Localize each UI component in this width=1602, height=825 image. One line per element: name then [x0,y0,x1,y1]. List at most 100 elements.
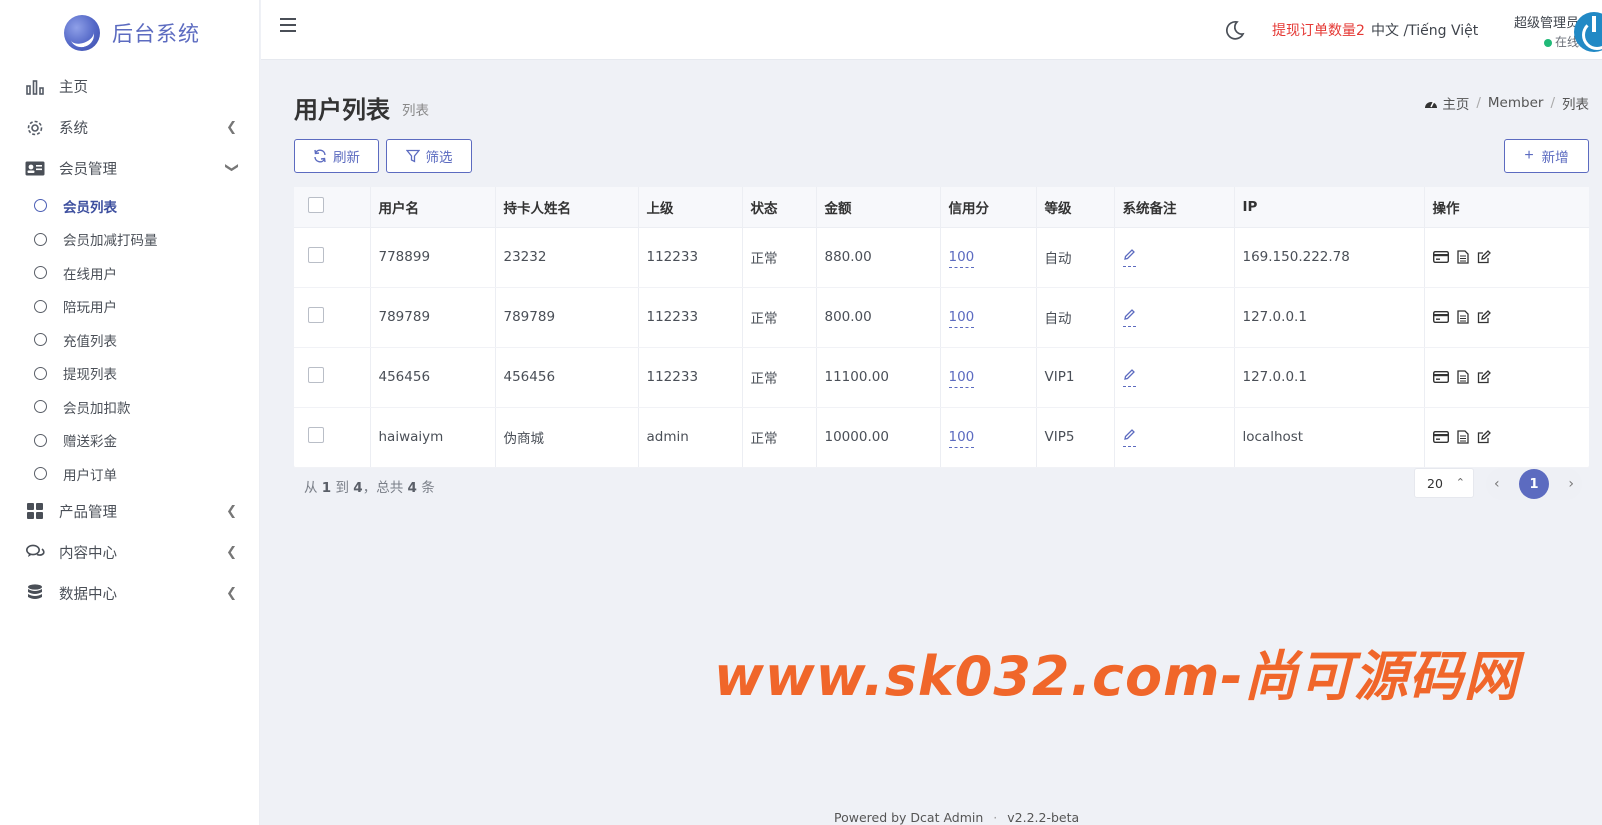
sidebar-item-member[interactable]: 会员管理 ❮ [0,148,259,189]
column-header[interactable]: 等级 [1036,187,1115,228]
column-header[interactable]: 上级 [638,187,743,228]
user-name: 超级管理员 [1513,16,1579,31]
column-header[interactable]: 系统备注 [1114,187,1235,228]
cell-username: haiwaiym [370,407,496,468]
column-header[interactable]: 持卡人姓名 [495,187,639,228]
filter-button[interactable]: 筛选 [386,139,472,173]
bar-chart-icon [25,79,45,95]
column-header[interactable]: 信用分 [940,187,1037,228]
cell-ip: localhost [1234,407,1425,468]
row-checkbox[interactable] [308,367,324,383]
edit-icon[interactable] [1477,310,1491,324]
summary-to: 4 [353,480,363,496]
row-checkbox[interactable] [308,307,324,323]
sidebar-sub-companion-users[interactable]: 陪玩用户 [0,290,259,324]
circle-icon [34,299,47,313]
sidebar-sub-recharge-list[interactable]: 充值列表 [0,323,259,357]
gear-icon [25,119,45,137]
edit-remark-icon[interactable] [1122,368,1136,387]
edit-remark-icon[interactable] [1122,308,1136,327]
sidebar-sub-online-users[interactable]: 在线用户 [0,256,259,290]
user-menu[interactable]: 超级管理员 在线 [1489,12,1579,50]
edit-remark-icon[interactable] [1122,248,1136,267]
cell-amount: 11100.00 [816,347,941,408]
column-header[interactable]: 用户名 [370,187,496,228]
chat-icon [25,544,45,560]
document-icon[interactable] [1456,250,1469,264]
next-page-icon[interactable]: › [1568,476,1574,492]
per-page-select[interactable]: 20 ⌃ [1414,468,1474,498]
credit-card-icon[interactable] [1432,251,1449,263]
withdraw-alert-link[interactable]: 提现订单数量2 [1272,20,1365,40]
footer: Powered by Dcat Admin · v2.2.2-beta [834,810,1079,825]
sidebar-item-data[interactable]: 数据中心 ❮ [0,573,259,614]
sidebar-item-system[interactable]: 系统 ❮ [0,107,259,148]
sidebar-item-product[interactable]: 产品管理 ❮ [0,491,259,532]
cell-status: 正常 [742,347,817,408]
breadcrumb: 主页 / Member / 列表 [1424,93,1589,113]
breadcrumb-separator: / [1550,95,1555,111]
menu-toggle-icon[interactable] [280,18,296,32]
summary-text: 条 [421,480,435,496]
credit-editable[interactable]: 100 [948,309,975,328]
edit-icon[interactable] [1477,370,1491,384]
credit-card-icon[interactable] [1432,371,1449,383]
sidebar-sub-bonus[interactable]: 赠送彩金 [0,424,259,458]
edit-remark-icon[interactable] [1122,428,1136,447]
edit-icon[interactable] [1477,250,1491,264]
chevron-left-icon: ❮ [226,585,237,601]
credit-editable[interactable]: 100 [948,429,975,448]
sidebar-sub-member-adjust[interactable]: 会员加扣款 [0,390,259,424]
sidebar-item-home[interactable]: 主页 [0,66,259,107]
moon-icon[interactable] [1224,20,1245,41]
user-table: 用户名 持卡人姓名 上级 状态 金额 信用分 等级 系统备注 IP 操作 778… [294,187,1589,468]
sidebar-item-label: 系统 [59,121,88,137]
circle-icon [34,232,47,246]
sidebar-item-label: 内容中心 [59,545,117,562]
brand[interactable]: 后台系统 [0,0,259,66]
circle-icon [34,433,47,447]
credit-editable[interactable]: 100 [948,249,975,268]
document-icon[interactable] [1456,310,1469,324]
row-checkbox[interactable] [308,247,324,263]
document-icon[interactable] [1456,430,1469,444]
footer-powered[interactable]: Powered by Dcat Admin [834,810,983,825]
credit-editable[interactable]: 100 [948,369,975,388]
cell-level: 自动 [1036,227,1115,288]
plus-icon: + [1524,147,1534,164]
sidebar-sub-user-orders[interactable]: 用户订单 [0,457,259,491]
column-header[interactable]: 状态 [742,187,817,228]
sidebar-sub-member-list[interactable]: 会员列表 [0,189,259,223]
credit-card-icon[interactable] [1432,431,1449,443]
column-header[interactable]: 金额 [816,187,941,228]
circle-icon [34,199,47,213]
cell-ip: 169.150.222.78 [1234,227,1425,288]
edit-icon[interactable] [1477,430,1491,444]
cell-username: 456456 [370,347,496,408]
sidebar-item-content[interactable]: 内容中心 ❮ [0,532,259,573]
page-number[interactable]: 1 [1519,469,1549,499]
chevron-up-icon: ⌃ [1455,476,1465,489]
breadcrumb-home[interactable]: 主页 [1442,93,1469,113]
sidebar-menu: 主页 系统 ❮ 会员管理 ❮ [0,66,259,189]
language-switch[interactable]: 中文 /Tiếng Việt [1371,20,1478,40]
column-header[interactable]: IP [1234,187,1425,228]
select-all-checkbox[interactable] [308,196,324,213]
row-checkbox[interactable] [308,427,324,443]
document-icon[interactable] [1456,370,1469,384]
credit-card-icon[interactable] [1432,311,1449,323]
refresh-icon [313,149,327,163]
refresh-button[interactable]: 刷新 [294,139,379,173]
prev-page-icon[interactable]: ‹ [1494,476,1500,492]
sidebar-item-label: 数据中心 [59,586,117,603]
breadcrumb-separator: / [1476,95,1481,111]
circle-icon [34,400,47,414]
sidebar-sub-member-betting[interactable]: 会员加减打码量 [0,223,259,257]
table-row: 456456 456456 112233 正常 11100.00 100 VIP… [294,347,1589,408]
sidebar-sub-withdraw-list[interactable]: 提现列表 [0,357,259,391]
breadcrumb-member[interactable]: Member [1488,95,1544,111]
add-new-button[interactable]: + 新增 [1504,139,1589,173]
row-actions [1432,310,1590,324]
cell-parent: admin [638,407,743,468]
chevron-down-icon: ❮ [224,162,240,173]
